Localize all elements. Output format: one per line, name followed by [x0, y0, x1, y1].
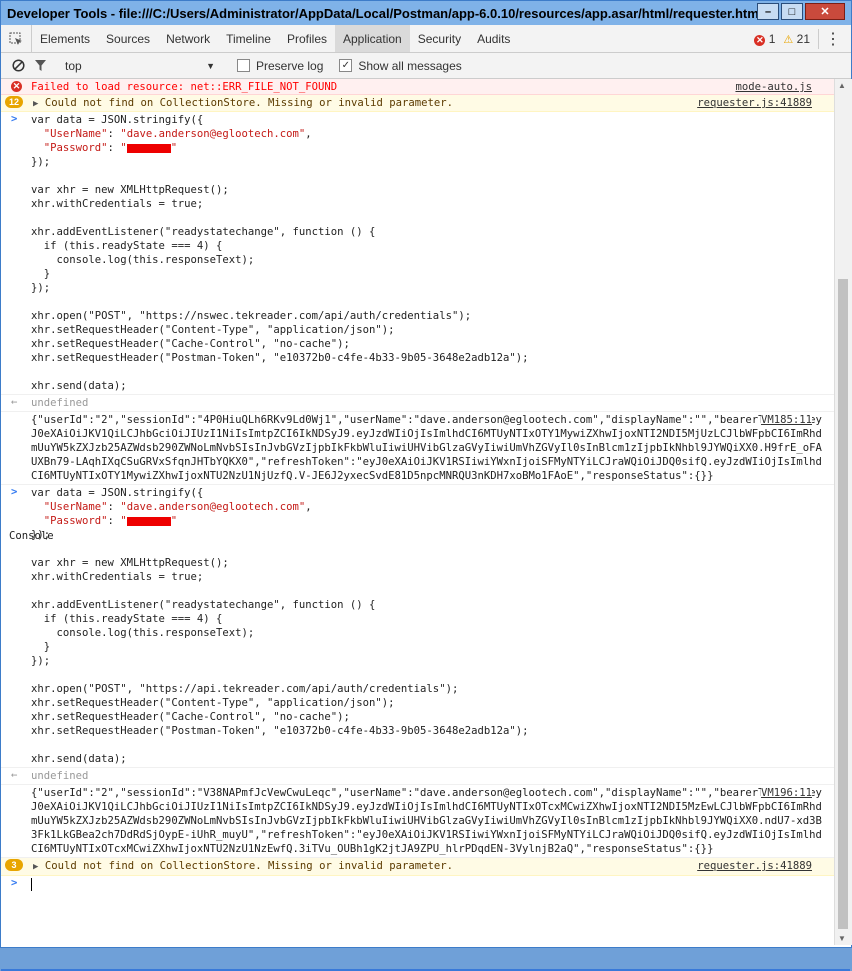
- filter-icon[interactable]: [29, 59, 51, 72]
- scroll-up-icon[interactable]: ▲: [838, 81, 846, 90]
- repeat-count-badge: 3: [5, 859, 23, 871]
- source-link[interactable]: VM185:11: [760, 414, 812, 426]
- tab-audits[interactable]: Audits: [469, 25, 518, 52]
- expand-triangle-icon[interactable]: ▶: [33, 862, 38, 872]
- checkbox-unchecked-icon: [237, 59, 250, 72]
- inspect-element-icon[interactable]: [1, 25, 32, 52]
- source-link[interactable]: mode-auto.js: [735, 81, 812, 93]
- prompt-chevron-icon: >: [11, 486, 18, 498]
- tab-sources[interactable]: Sources: [98, 25, 158, 52]
- result-arrow-icon: ←: [11, 769, 18, 781]
- tab-elements[interactable]: Elements: [32, 25, 98, 52]
- log-message[interactable]: {"userId":"2","sessionId":"4P0HiuQLh6RKv…: [1, 412, 834, 485]
- scrollbar-thumb[interactable]: [838, 279, 848, 929]
- error-icon: ✕: [754, 34, 766, 46]
- minimize-button[interactable]: –: [757, 3, 779, 20]
- error-icon: ✕: [11, 81, 22, 92]
- title-bar: Developer Tools - file:///C:/Users/Admin…: [1, 1, 851, 25]
- tab-network[interactable]: Network: [158, 25, 218, 52]
- clear-console-icon[interactable]: [7, 59, 29, 72]
- expand-triangle-icon[interactable]: ▶: [33, 99, 38, 109]
- warning-icon: ⚠: [783, 33, 794, 46]
- console-toolbar: top ▼ Preserve log ✓ Show all messages: [1, 53, 851, 79]
- tab-security[interactable]: Security: [410, 25, 469, 52]
- prompt-chevron-icon: >: [11, 113, 18, 125]
- context-selector[interactable]: top ▼: [65, 59, 215, 73]
- console-input-entry[interactable]: > var data = JSON.stringify({ "UserName"…: [1, 112, 834, 395]
- chevron-down-icon: ▼: [206, 60, 215, 71]
- repeat-count-badge: 12: [5, 96, 23, 108]
- warning-message[interactable]: 3 ▶ Could not find on CollectionStore. M…: [1, 858, 834, 876]
- source-link[interactable]: VM196:11: [760, 787, 812, 799]
- tab-profiles[interactable]: Profiles: [279, 25, 335, 52]
- result-entry: ← undefined: [1, 395, 834, 412]
- scroll-down-icon[interactable]: ▼: [838, 934, 846, 943]
- result-arrow-icon: ←: [11, 396, 18, 408]
- source-link[interactable]: requester.js:41889: [697, 97, 812, 109]
- vertical-scrollbar[interactable]: ▲ ▼: [834, 79, 852, 945]
- warning-message[interactable]: 12 ▶ Could not find on CollectionStore. …: [1, 95, 834, 112]
- code-block: var data = JSON.stringify({ "UserName": …: [31, 114, 529, 392]
- preserve-log-checkbox[interactable]: Preserve log: [237, 59, 323, 73]
- error-message[interactable]: ✕ Failed to load resource: net::ERR_FILE…: [1, 79, 834, 95]
- devtools-window: Developer Tools - file:///C:/Users/Admin…: [0, 0, 852, 971]
- result-entry: ← undefined: [1, 768, 834, 785]
- show-all-messages-checkbox[interactable]: ✓ Show all messages: [339, 59, 462, 73]
- redaction-bar: [126, 516, 171, 526]
- console-output[interactable]: ✕ Failed to load resource: net::ERR_FILE…: [1, 79, 834, 945]
- checkbox-checked-icon: ✓: [339, 59, 353, 72]
- console-input-entry[interactable]: > var data = JSON.stringify({ "UserName"…: [1, 485, 834, 768]
- prompt-chevron-icon: >: [11, 877, 18, 889]
- log-message[interactable]: {"userId":"2","sessionId":"V38NAPmfJcVew…: [1, 785, 834, 858]
- maximize-button[interactable]: □: [781, 3, 803, 20]
- panel-tabs: Elements Console Sources Network Timelin…: [1, 25, 851, 971]
- redaction-bar: [126, 143, 171, 153]
- window-title: Developer Tools - file:///C:/Users/Admin…: [7, 5, 763, 21]
- console-prompt[interactable]: >: [1, 876, 834, 892]
- text-cursor: [31, 877, 32, 891]
- context-value: top: [65, 58, 82, 73]
- tab-application[interactable]: Application: [335, 25, 410, 52]
- tab-timeline[interactable]: Timeline: [218, 25, 279, 52]
- close-button[interactable]: ✕: [805, 3, 845, 20]
- code-block: var data = JSON.stringify({ "UserName": …: [31, 487, 529, 765]
- source-link[interactable]: requester.js:41889: [697, 860, 812, 872]
- error-count[interactable]: ✕ 1: [754, 32, 775, 46]
- more-menu-icon[interactable]: ⋮: [818, 28, 841, 49]
- warning-count[interactable]: ⚠ 21: [783, 32, 810, 46]
